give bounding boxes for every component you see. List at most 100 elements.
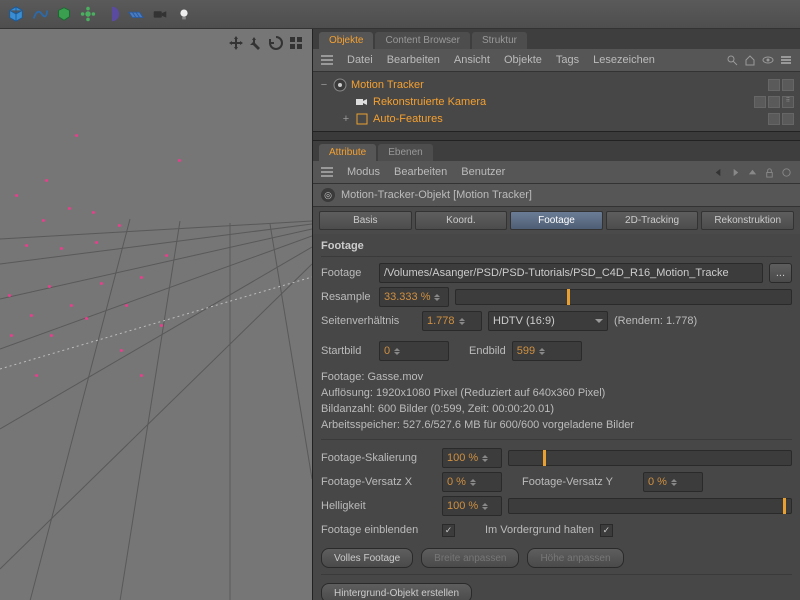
subtab-2d-tracking[interactable]: 2D-Tracking <box>606 211 699 230</box>
resample-slider[interactable] <box>455 289 792 305</box>
fit-width-button[interactable]: Breite anpassen <box>421 548 519 568</box>
render-aspect-label: (Rendern: 1.778) <box>614 315 697 327</box>
tab-content-browser[interactable]: Content Browser <box>375 32 469 49</box>
show-footage-label: Footage einblenden <box>321 524 436 536</box>
fit-height-button[interactable]: Höhe anpassen <box>527 548 623 568</box>
viewport-grid <box>0 29 312 600</box>
show-footage-checkbox[interactable]: ✓ <box>442 524 455 537</box>
object-tree[interactable]: − Motion Tracker Rekonstruierte Kamera ⠿… <box>313 72 800 131</box>
menu-modus[interactable]: Modus <box>347 166 380 178</box>
panel-menu-icon[interactable] <box>321 54 333 66</box>
menu-lesezeichen[interactable]: Lesezeichen <box>593 54 655 66</box>
offx-field[interactable]: 0 % <box>442 472 502 492</box>
subtab-basis[interactable]: Basis <box>319 211 412 230</box>
tree-collapse-icon[interactable]: − <box>319 79 329 91</box>
tab-attribute[interactable]: Attribute <box>319 144 376 161</box>
menu-objekte[interactable]: Objekte <box>504 54 542 66</box>
lock-icon[interactable] <box>764 167 775 178</box>
spline-icon[interactable] <box>30 4 50 24</box>
visibility-flag[interactable] <box>768 113 780 125</box>
viewport-tools <box>228 35 304 51</box>
bright-field[interactable]: 100 % <box>442 496 502 516</box>
list-icon[interactable] <box>780 54 792 66</box>
scale-field[interactable]: 100 % <box>442 448 502 468</box>
bright-label: Helligkeit <box>321 500 436 512</box>
menu-datei[interactable]: Datei <box>347 54 373 66</box>
menu-benutzer[interactable]: Benutzer <box>461 166 505 178</box>
camera-icon <box>355 95 369 109</box>
visibility-flag[interactable] <box>768 79 780 91</box>
nav-up-icon[interactable] <box>747 167 758 178</box>
group-icon[interactable] <box>54 4 74 24</box>
viewport[interactable] <box>0 29 313 600</box>
panel-menu-icon[interactable] <box>321 166 333 178</box>
new-icon[interactable] <box>781 167 792 178</box>
tab-objekte[interactable]: Objekte <box>319 32 373 49</box>
tree-label: Rekonstruierte Kamera <box>373 96 486 108</box>
offx-label: Footage-Versatz X <box>321 476 436 488</box>
browse-button[interactable]: ... <box>769 263 792 283</box>
vp-rotate-icon[interactable] <box>268 35 284 51</box>
aspect-label: Seitenverhältnis <box>321 315 416 327</box>
subtab-footage[interactable]: Footage <box>510 211 603 230</box>
scale-label: Footage-Skalierung <box>321 452 436 464</box>
scale-slider[interactable] <box>508 450 792 466</box>
search-icon[interactable] <box>726 54 738 66</box>
floor-icon[interactable] <box>126 4 146 24</box>
full-footage-button[interactable]: Volles Footage <box>321 548 413 568</box>
startbild-label: Startbild <box>321 345 373 357</box>
menu-tags[interactable]: Tags <box>556 54 579 66</box>
footage-info-frames: Bildanzahl: 600 Bilder (0:599, Zeit: 00:… <box>321 401 792 417</box>
visibility-flag[interactable] <box>754 96 766 108</box>
render-flag[interactable] <box>768 96 780 108</box>
light-icon[interactable] <box>174 4 194 24</box>
motion-tracker-icon: ◎ <box>321 188 335 202</box>
vp-move-icon[interactable] <box>228 35 244 51</box>
tree-auto-features[interactable]: + Auto-Features <box>319 110 794 127</box>
nav-back-icon[interactable] <box>713 167 724 178</box>
footage-info-mem: Arbeitsspeicher: 527.6/527.6 MB für 600/… <box>321 417 792 433</box>
foreground-label: Im Vordergrund halten <box>485 524 594 536</box>
menu-bearbeiten[interactable]: Bearbeiten <box>394 166 447 178</box>
menu-bearbeiten[interactable]: Bearbeiten <box>387 54 440 66</box>
attr-menubar: Modus Bearbeiten Benutzer <box>313 161 800 184</box>
subtab-koord[interactable]: Koord. <box>415 211 508 230</box>
create-bg-object-button[interactable]: Hintergrund-Objekt erstellen <box>321 583 472 600</box>
generator-icon[interactable] <box>78 4 98 24</box>
home-icon[interactable] <box>744 54 756 66</box>
attr-tabbar: Attribute Ebenen <box>313 141 800 161</box>
eye-icon[interactable] <box>762 54 774 66</box>
footage-label: Footage <box>321 267 373 279</box>
foreground-checkbox[interactable]: ✓ <box>600 524 613 537</box>
aspect-preset-dropdown[interactable]: HDTV (16:9) <box>488 311 608 331</box>
tab-struktur[interactable]: Struktur <box>472 32 527 49</box>
endbild-field[interactable]: 599 <box>512 341 582 361</box>
tab-ebenen[interactable]: Ebenen <box>378 144 432 161</box>
attr-object-header: ◎ Motion-Tracker-Objekt [Motion Tracker] <box>313 184 800 207</box>
render-flag[interactable] <box>782 79 794 91</box>
subtab-rekonstruktion[interactable]: Rekonstruktion <box>701 211 794 230</box>
objects-menubar: Datei Bearbeiten Ansicht Objekte Tags Le… <box>313 49 800 72</box>
startbild-field[interactable]: 0 <box>379 341 449 361</box>
render-flag[interactable] <box>782 113 794 125</box>
tree-camera[interactable]: Rekonstruierte Kamera ⠿ <box>319 93 794 110</box>
cube-icon[interactable] <box>6 4 26 24</box>
menu-ansicht[interactable]: Ansicht <box>454 54 490 66</box>
nav-fwd-icon[interactable] <box>730 167 741 178</box>
vp-zoom-icon[interactable] <box>248 35 264 51</box>
endbild-label: Endbild <box>469 345 506 357</box>
tree-motion-tracker[interactable]: − Motion Tracker <box>319 76 794 93</box>
deformer-icon[interactable] <box>102 4 122 24</box>
resample-label: Resample <box>321 291 373 303</box>
aspect-field[interactable]: 1.778 <box>422 311 482 331</box>
tag-icon[interactable]: ⠿ <box>782 96 794 108</box>
camera-icon[interactable] <box>150 4 170 24</box>
vp-layout-icon[interactable] <box>288 35 304 51</box>
tree-expand-icon[interactable]: + <box>341 113 351 125</box>
footage-info-file: Footage: Gasse.mov <box>321 369 792 385</box>
panel-divider[interactable] <box>313 131 800 141</box>
bright-slider[interactable] <box>508 498 792 514</box>
offy-field[interactable]: 0 % <box>643 472 703 492</box>
resample-field[interactable]: 33.333 % <box>379 287 449 307</box>
footage-path-field[interactable]: /Volumes/Asanger/PSD/PSD-Tutorials/PSD_C… <box>379 263 763 283</box>
